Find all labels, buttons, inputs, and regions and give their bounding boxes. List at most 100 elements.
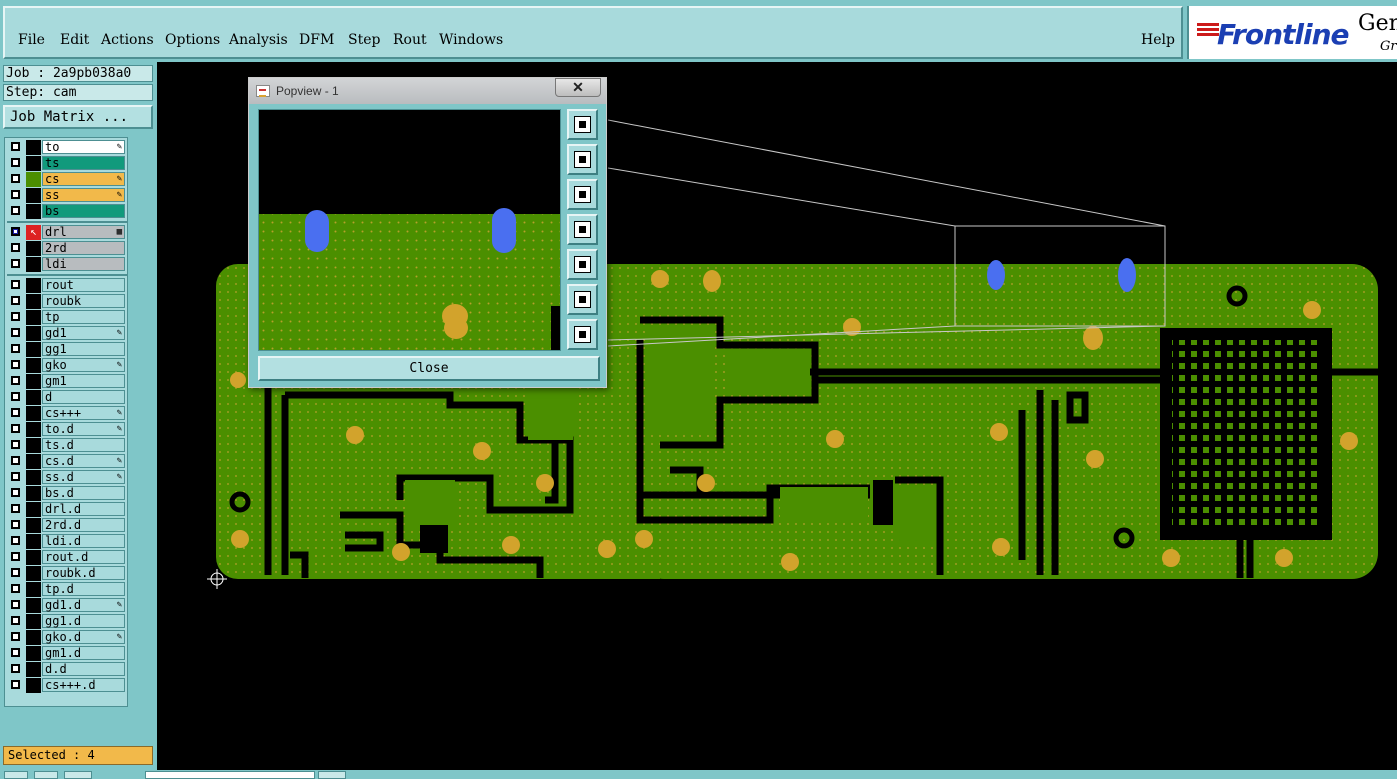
- layer-display-swatch[interactable]: [26, 646, 41, 661]
- layer-row[interactable]: gm1.d: [7, 646, 127, 661]
- layer-visibility-checkbox[interactable]: [11, 376, 20, 385]
- popview-link-button[interactable]: [567, 109, 598, 140]
- layer-display-swatch[interactable]: [26, 140, 41, 155]
- layer-row[interactable]: gd1 ✎: [7, 326, 127, 341]
- layer-visibility-checkbox[interactable]: [11, 259, 20, 268]
- layer-visibility-checkbox[interactable]: [11, 440, 20, 449]
- layer-name[interactable]: ss ✎: [42, 188, 125, 202]
- status-button-4[interactable]: [318, 771, 346, 779]
- layer-visibility-checkbox[interactable]: [11, 174, 20, 183]
- layer-visibility-checkbox[interactable]: [11, 328, 20, 337]
- layer-visibility-checkbox[interactable]: [11, 520, 20, 529]
- layer-name[interactable]: gm1.d: [42, 646, 125, 660]
- layer-row[interactable]: drl.d: [7, 502, 127, 517]
- layer-row[interactable]: ts: [7, 156, 127, 171]
- layer-visibility-checkbox[interactable]: [11, 312, 20, 321]
- layer-row[interactable]: bs: [7, 204, 127, 219]
- layer-row[interactable]: ss.d ✎: [7, 470, 127, 485]
- popview-pan-right-button[interactable]: [567, 249, 598, 280]
- layer-display-swatch[interactable]: [26, 598, 41, 613]
- layer-row[interactable]: cs ✎: [7, 172, 127, 187]
- layer-row[interactable]: cs+++ ✎: [7, 406, 127, 421]
- layer-visibility-checkbox[interactable]: [11, 648, 20, 657]
- layer-row[interactable]: gm1: [7, 374, 127, 389]
- layer-name[interactable]: d.d: [42, 662, 125, 676]
- layer-row[interactable]: roubk.d: [7, 566, 127, 581]
- layer-display-swatch[interactable]: [26, 470, 41, 485]
- status-button-1[interactable]: [4, 771, 28, 779]
- menu-options[interactable]: Options: [165, 32, 220, 48]
- layer-display-swatch[interactable]: [26, 342, 41, 357]
- layer-visibility-checkbox[interactable]: [11, 360, 20, 369]
- menu-help[interactable]: Help: [1141, 32, 1175, 48]
- layer-name[interactable]: ldi.d: [42, 534, 125, 548]
- menu-windows[interactable]: Windows: [439, 32, 503, 48]
- layer-visibility-checkbox[interactable]: [11, 584, 20, 593]
- layer-name[interactable]: ss.d ✎: [42, 470, 125, 484]
- layer-display-swatch[interactable]: [26, 278, 41, 293]
- layer-display-swatch[interactable]: [26, 406, 41, 421]
- layer-row[interactable]: to ✎: [7, 140, 127, 155]
- layer-display-swatch[interactable]: [26, 257, 41, 272]
- layer-visibility-checkbox[interactable]: [11, 408, 20, 417]
- layer-name[interactable]: gm1: [42, 374, 125, 388]
- layer-name[interactable]: gko ✎: [42, 358, 125, 372]
- layer-display-swatch[interactable]: [26, 374, 41, 389]
- layer-name[interactable]: cs+++ ✎: [42, 406, 125, 420]
- popview-close-x-button[interactable]: ✕: [555, 78, 601, 97]
- layer-display-swatch[interactable]: [26, 438, 41, 453]
- layer-name[interactable]: rout: [42, 278, 125, 292]
- layer-visibility-checkbox[interactable]: [11, 344, 20, 353]
- layer-visibility-checkbox[interactable]: [11, 664, 20, 673]
- layer-row[interactable]: to.d ✎: [7, 422, 127, 437]
- layer-visibility-checkbox[interactable]: [11, 680, 20, 689]
- layer-row[interactable]: ts.d: [7, 438, 127, 453]
- layer-visibility-checkbox[interactable]: [11, 488, 20, 497]
- layer-list-scrollbar[interactable]: [129, 137, 154, 707]
- layer-display-swatch[interactable]: [26, 582, 41, 597]
- layer-visibility-checkbox[interactable]: [11, 158, 20, 167]
- layer-row[interactable]: cs.d ✎: [7, 454, 127, 469]
- layer-row[interactable]: gg1.d: [7, 614, 127, 629]
- layer-name[interactable]: d: [42, 390, 125, 404]
- layer-visibility-checkbox[interactable]: [11, 227, 20, 236]
- popview-zoomed-view[interactable]: [258, 109, 561, 351]
- popview-pan-left-button[interactable]: [567, 214, 598, 245]
- layer-name[interactable]: roubk: [42, 294, 125, 308]
- menu-analysis[interactable]: Analysis: [229, 32, 288, 48]
- layer-visibility-checkbox[interactable]: [11, 632, 20, 641]
- layer-row[interactable]: rout: [7, 278, 127, 293]
- layer-name[interactable]: gko.d ✎: [42, 630, 125, 644]
- layer-name[interactable]: ts: [42, 156, 125, 170]
- layer-display-swatch[interactable]: [26, 678, 41, 693]
- layer-name[interactable]: roubk.d: [42, 566, 125, 580]
- layer-name[interactable]: cs.d ✎: [42, 454, 125, 468]
- layer-visibility-checkbox[interactable]: [11, 296, 20, 305]
- layer-display-swatch[interactable]: [26, 630, 41, 645]
- layer-name[interactable]: gg1.d: [42, 614, 125, 628]
- layer-row[interactable]: gg1: [7, 342, 127, 357]
- command-input[interactable]: [145, 771, 315, 779]
- layer-display-swatch[interactable]: [26, 614, 41, 629]
- layer-row[interactable]: ss ✎: [7, 188, 127, 203]
- layer-visibility-checkbox[interactable]: [11, 280, 20, 289]
- layer-row[interactable]: tp: [7, 310, 127, 325]
- layer-name[interactable]: drl ▦: [42, 225, 125, 239]
- menu-step[interactable]: Step: [348, 32, 380, 48]
- layer-display-swatch[interactable]: [26, 566, 41, 581]
- layer-visibility-checkbox[interactable]: [11, 472, 20, 481]
- layer-row[interactable]: d: [7, 390, 127, 405]
- layer-visibility-checkbox[interactable]: [11, 568, 20, 577]
- layer-name[interactable]: gd1.d ✎: [42, 598, 125, 612]
- layer-name[interactable]: tp: [42, 310, 125, 324]
- layer-visibility-checkbox[interactable]: [11, 552, 20, 561]
- layer-visibility-checkbox[interactable]: [11, 206, 20, 215]
- layer-row[interactable]: cs+++.d: [7, 678, 127, 693]
- layer-name[interactable]: gd1 ✎: [42, 326, 125, 340]
- layer-visibility-checkbox[interactable]: [11, 424, 20, 433]
- layer-name[interactable]: bs: [42, 204, 125, 218]
- layer-name[interactable]: ldi: [42, 257, 125, 271]
- layer-name[interactable]: rout.d: [42, 550, 125, 564]
- layer-display-swatch[interactable]: [26, 310, 41, 325]
- layer-row[interactable]: 2rd: [7, 241, 127, 256]
